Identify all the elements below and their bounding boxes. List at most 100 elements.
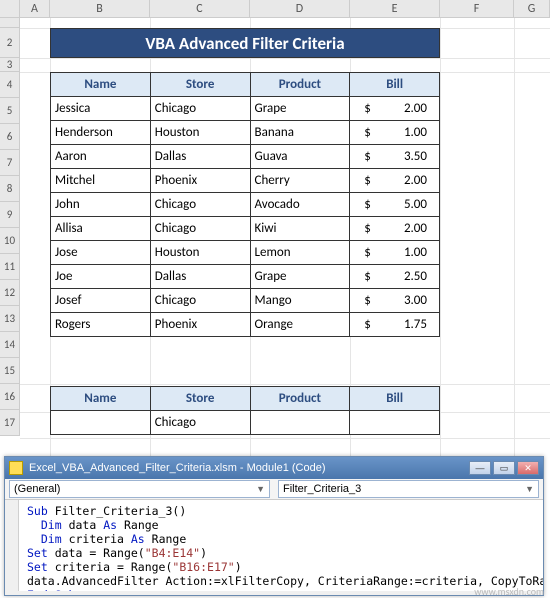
- row-head-13[interactable]: 13: [0, 306, 20, 332]
- cell-product[interactable]: Grape: [250, 265, 350, 289]
- cell-product[interactable]: Avocado: [250, 193, 350, 217]
- col-head-a[interactable]: A: [20, 0, 50, 17]
- col-head-e[interactable]: E: [350, 0, 440, 17]
- table-row[interactable]: AaronDallasGuava$3.50: [51, 145, 440, 169]
- chevron-down-icon: ▼: [525, 484, 534, 494]
- th-name: Name: [51, 73, 151, 97]
- cell-name[interactable]: Rogers: [51, 313, 151, 337]
- row-head-2[interactable]: 2: [0, 28, 20, 58]
- crit-th-name: Name: [51, 387, 151, 411]
- cell-bill[interactable]: $2.00: [350, 217, 440, 241]
- table-row[interactable]: HendersonHoustonBanana$1.00: [51, 121, 440, 145]
- vba-titlebar[interactable]: Excel_VBA_Advanced_Filter_Criteria.xlsm …: [5, 457, 543, 479]
- cell-store[interactable]: Phoenix: [150, 169, 250, 193]
- cell-name[interactable]: Aaron: [51, 145, 151, 169]
- cell-product[interactable]: Orange: [250, 313, 350, 337]
- cell-product[interactable]: Cherry: [250, 169, 350, 193]
- row-head-10[interactable]: 10: [0, 228, 20, 254]
- crit-bill-cell[interactable]: [350, 411, 440, 435]
- cell-name[interactable]: Jose: [51, 241, 151, 265]
- vba-object-dropdown[interactable]: (General) ▼: [9, 480, 270, 498]
- row-head-17[interactable]: 17: [0, 410, 20, 436]
- cell-store[interactable]: Houston: [150, 121, 250, 145]
- cell-store[interactable]: Chicago: [150, 217, 250, 241]
- row-head-4[interactable]: 4: [0, 72, 20, 98]
- row-head-5[interactable]: 5: [0, 98, 20, 124]
- cell-name[interactable]: Mitchel: [51, 169, 151, 193]
- crit-name-cell[interactable]: [51, 411, 151, 435]
- vba-code-area[interactable]: Sub Filter_Criteria_3() Dim data As Rang…: [5, 499, 543, 591]
- watermark: www.msxdn.com: [474, 585, 544, 598]
- cell-product[interactable]: Lemon: [250, 241, 350, 265]
- row-head-15[interactable]: 15: [0, 358, 20, 384]
- col-head-c[interactable]: C: [150, 0, 250, 17]
- cell-bill[interactable]: $3.00: [350, 289, 440, 313]
- col-head-b[interactable]: B: [50, 0, 150, 17]
- cell-bill[interactable]: $1.75: [350, 313, 440, 337]
- cell-product[interactable]: Kiwi: [250, 217, 350, 241]
- cell-name[interactable]: John: [51, 193, 151, 217]
- table-row[interactable]: AllisaChicagoKiwi$2.00: [51, 217, 440, 241]
- crit-store-cell[interactable]: Chicago: [150, 411, 250, 435]
- minimize-button[interactable]: —: [469, 461, 491, 475]
- col-head-f[interactable]: F: [440, 0, 514, 17]
- table-row[interactable]: JessicaChicagoGrape$2.00: [51, 97, 440, 121]
- chevron-down-icon: ▼: [256, 484, 265, 494]
- row-head-11[interactable]: 11: [0, 254, 20, 280]
- cell-name[interactable]: Josef: [51, 289, 151, 313]
- cell-store[interactable]: Dallas: [150, 265, 250, 289]
- criteria-table: Name Store Product Bill Chicago: [50, 386, 440, 435]
- row-head-3[interactable]: 3: [0, 58, 20, 72]
- crit-product-cell[interactable]: [250, 411, 350, 435]
- select-all-corner[interactable]: [0, 0, 20, 17]
- row-head-9[interactable]: 9: [0, 202, 20, 228]
- row-head-8[interactable]: 8: [0, 176, 20, 202]
- row-head-14[interactable]: 14: [0, 332, 20, 358]
- row-head-1-partial[interactable]: [0, 18, 20, 28]
- cell-product[interactable]: Banana: [250, 121, 350, 145]
- close-button[interactable]: ✕: [517, 461, 539, 475]
- cell-bill[interactable]: $1.00: [350, 241, 440, 265]
- th-bill: Bill: [350, 73, 440, 97]
- vba-code-text[interactable]: Sub Filter_Criteria_3() Dim data As Rang…: [27, 504, 537, 591]
- cell-bill[interactable]: $2.00: [350, 97, 440, 121]
- th-product: Product: [250, 73, 350, 97]
- cell-store[interactable]: Chicago: [150, 193, 250, 217]
- vba-code-window[interactable]: Excel_VBA_Advanced_Filter_Criteria.xlsm …: [4, 456, 544, 596]
- cell-bill[interactable]: $5.00: [350, 193, 440, 217]
- table-row[interactable]: MitchelPhoenixCherry$2.00: [51, 169, 440, 193]
- cell-store[interactable]: Houston: [150, 241, 250, 265]
- page-title: VBA Advanced Filter Criteria: [50, 28, 440, 58]
- cell-store[interactable]: Dallas: [150, 145, 250, 169]
- data-table: Name Store Product Bill JessicaChicagoGr…: [50, 72, 440, 337]
- cell-product[interactable]: Mango: [250, 289, 350, 313]
- row-head-6[interactable]: 6: [0, 124, 20, 150]
- cell-name[interactable]: Joe: [51, 265, 151, 289]
- cell-name[interactable]: Henderson: [51, 121, 151, 145]
- cell-store[interactable]: Phoenix: [150, 313, 250, 337]
- cell-product[interactable]: Guava: [250, 145, 350, 169]
- row-head-7[interactable]: 7: [0, 150, 20, 176]
- cell-product[interactable]: Grape: [250, 97, 350, 121]
- cell-name[interactable]: Allisa: [51, 217, 151, 241]
- row-head-16[interactable]: 16: [0, 384, 20, 410]
- table-row[interactable]: JoseHoustonLemon$1.00: [51, 241, 440, 265]
- table-row[interactable]: JosefChicagoMango$3.00: [51, 289, 440, 313]
- cell-bill[interactable]: $1.00: [350, 121, 440, 145]
- cell-store[interactable]: Chicago: [150, 97, 250, 121]
- vba-procedure-dropdown[interactable]: Filter_Criteria_3 ▼: [278, 480, 539, 498]
- criteria-row[interactable]: Chicago: [51, 411, 440, 435]
- col-head-d[interactable]: D: [250, 0, 350, 17]
- cell-name[interactable]: Jessica: [51, 97, 151, 121]
- col-head-g[interactable]: G: [514, 0, 550, 17]
- cell-bill[interactable]: $3.50: [350, 145, 440, 169]
- table-row[interactable]: JohnChicagoAvocado$5.00: [51, 193, 440, 217]
- row-head-12[interactable]: 12: [0, 280, 20, 306]
- cell-bill[interactable]: $2.50: [350, 265, 440, 289]
- maximize-button[interactable]: ▭: [493, 461, 515, 475]
- table-row[interactable]: RogersPhoenixOrange$1.75: [51, 313, 440, 337]
- table-row[interactable]: JoeDallasGrape$2.50: [51, 265, 440, 289]
- cell-bill[interactable]: $2.00: [350, 169, 440, 193]
- cell-store[interactable]: Chicago: [150, 289, 250, 313]
- worksheet-grid[interactable]: VBA Advanced Filter Criteria Name Store …: [20, 18, 550, 458]
